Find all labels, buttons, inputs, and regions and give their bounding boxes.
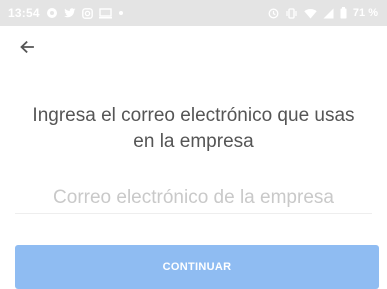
battery-icon — [340, 7, 347, 19]
signal-icon — [323, 8, 334, 19]
back-button[interactable] — [14, 36, 40, 58]
page-title: Ingresa el correo electrónico que usas e… — [32, 105, 355, 152]
status-right: 71 % — [268, 7, 378, 19]
wifi-icon — [304, 8, 317, 19]
arrow-left-icon — [20, 41, 34, 53]
vibrate-icon — [285, 7, 298, 19]
continue-button[interactable]: CONTINUAR — [15, 245, 379, 289]
twitter-icon — [63, 7, 76, 19]
instagram-icon — [81, 7, 93, 19]
status-time: 13:54 — [8, 6, 40, 20]
battery-percent: 71 % — [352, 7, 378, 19]
email-field[interactable] — [15, 182, 372, 214]
status-bar: 13:54 71 % — [0, 0, 387, 26]
status-left: 13:54 — [8, 6, 124, 20]
screen-icon — [98, 7, 112, 19]
message-icon — [46, 7, 58, 19]
alarm-icon — [268, 8, 279, 19]
dot-icon — [118, 10, 124, 16]
